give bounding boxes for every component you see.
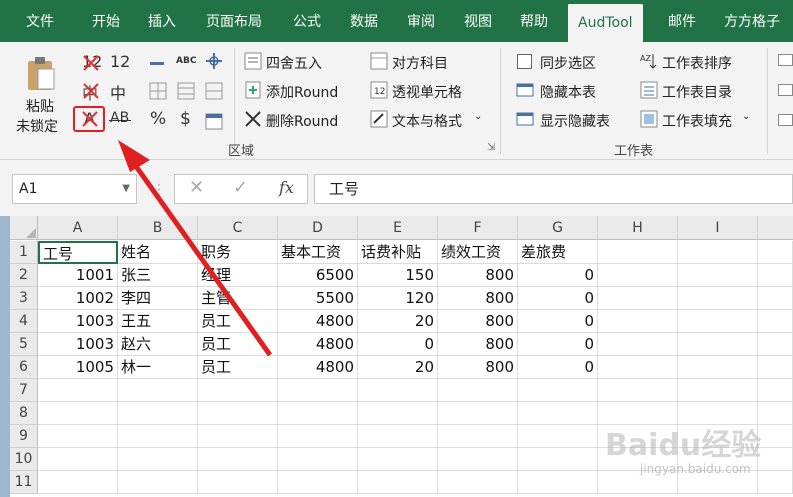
watermark: Baidu经验 [605,428,762,463]
watermark-url: jingyan.baidu.com [640,462,751,476]
